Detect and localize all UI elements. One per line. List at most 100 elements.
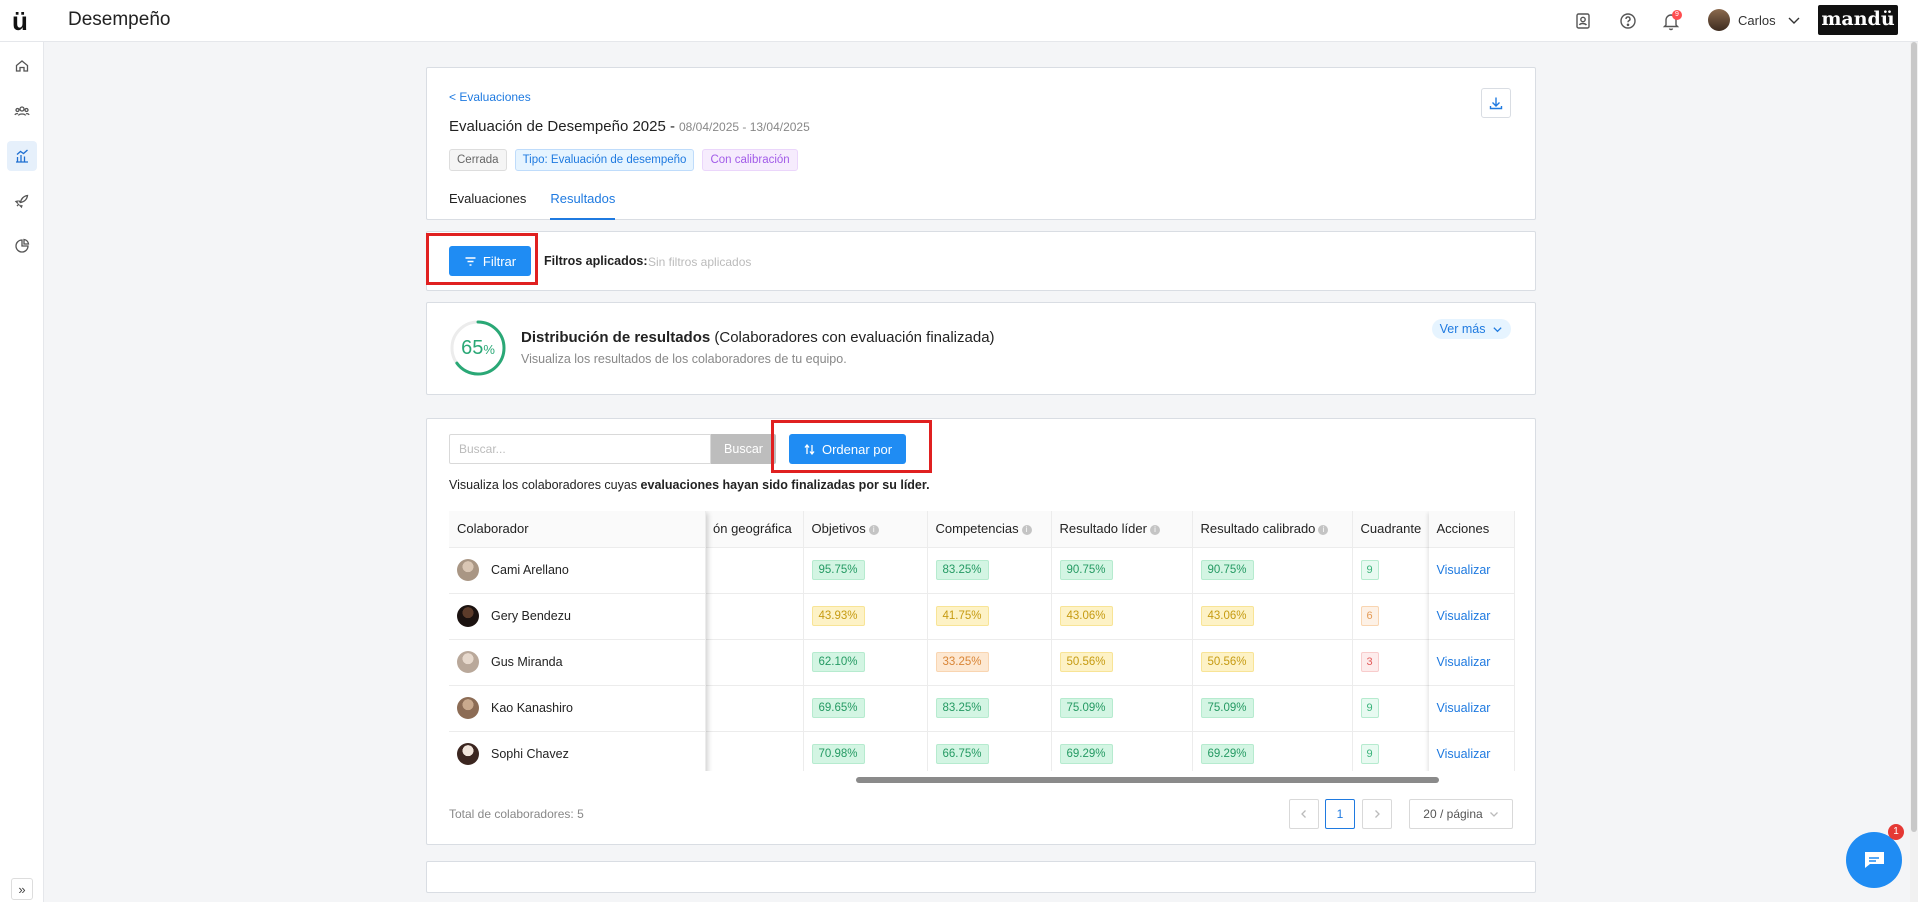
prev-page-button[interactable] bbox=[1289, 799, 1319, 829]
actions-cell: Visualizar bbox=[1428, 593, 1515, 640]
see-more-button[interactable]: Ver más bbox=[1431, 319, 1511, 339]
chat-button[interactable] bbox=[1846, 832, 1902, 888]
info-icon[interactable]: i bbox=[1149, 524, 1160, 535]
column-header-calibrated-result[interactable]: Resultado calibrado i bbox=[1192, 511, 1353, 548]
competencies-cell: 83.25% bbox=[927, 547, 1052, 594]
percent-sign: % bbox=[483, 342, 495, 357]
calibrated-result-cell: 75.09% bbox=[1192, 685, 1353, 732]
chat-icon bbox=[1864, 852, 1884, 868]
tab-resultados[interactable]: Resultados bbox=[550, 191, 616, 220]
geo-cell bbox=[705, 547, 804, 594]
sidebar-item-team[interactable] bbox=[7, 96, 37, 126]
quadrant-cell: 9 bbox=[1352, 685, 1431, 732]
competencies-value: 33.25% bbox=[935, 652, 989, 672]
filters-applied-label: Filtros aplicados: bbox=[544, 254, 648, 268]
table-row[interactable]: 70.98% 66.75% 69.29% 69.29% 9 bbox=[705, 731, 1431, 771]
leader-result-value: 90.75% bbox=[1059, 560, 1113, 580]
table-row[interactable]: Visualizar bbox=[1428, 685, 1515, 732]
collaborator-name[interactable]: Kao Kanashiro bbox=[491, 701, 573, 715]
page-scrollbar[interactable] bbox=[1910, 42, 1918, 902]
evaluation-header-card: < Evaluaciones Evaluación de Desempeño 2… bbox=[426, 67, 1536, 220]
table-row[interactable]: Visualizar bbox=[1428, 593, 1515, 640]
leader-result-cell: 75.09% bbox=[1051, 685, 1193, 732]
download-button[interactable] bbox=[1481, 88, 1511, 118]
info-icon[interactable]: i bbox=[1021, 524, 1032, 535]
sidebar-item-analytics[interactable] bbox=[7, 231, 37, 261]
view-link[interactable]: Visualizar bbox=[1437, 655, 1491, 669]
user-name[interactable]: Carlos bbox=[1738, 13, 1776, 28]
table-row[interactable]: 43.93% 41.75% 43.06% 43.06% 6 bbox=[705, 593, 1431, 640]
competencies-value: 83.25% bbox=[935, 560, 989, 580]
table-row[interactable]: Visualizar bbox=[1428, 639, 1515, 686]
calibrated-result-cell: 50.56% bbox=[1192, 639, 1353, 686]
chevron-down-icon[interactable] bbox=[1786, 12, 1806, 32]
calibrated-result-value: 43.06% bbox=[1200, 606, 1254, 626]
app-logo[interactable]: ü bbox=[12, 6, 28, 37]
calibrated-result-value: 75.09% bbox=[1200, 698, 1254, 718]
table-row[interactable]: Sophi Chavez bbox=[449, 731, 706, 771]
collaborator-name[interactable]: Gus Miranda bbox=[491, 655, 563, 669]
table-description-text: Visualiza los colaboradores cuyas bbox=[449, 478, 641, 492]
table-row[interactable]: 95.75% 83.25% 90.75% 90.75% 9 bbox=[705, 547, 1431, 594]
actions-cell: Visualizar bbox=[1428, 639, 1515, 686]
sidebar-item-rocket[interactable] bbox=[7, 186, 37, 216]
table-row[interactable]: Gus Miranda bbox=[449, 639, 706, 686]
chevron-down-icon bbox=[1489, 812, 1498, 817]
distribution-title: Distribución de resultados (Colaboradore… bbox=[521, 329, 995, 346]
collaborator-cell: Sophi Chavez bbox=[449, 731, 706, 771]
info-icon[interactable]: i bbox=[1318, 524, 1329, 535]
user-avatar[interactable] bbox=[1708, 9, 1730, 31]
pie-chart-icon bbox=[15, 238, 30, 253]
view-link[interactable]: Visualizar bbox=[1437, 609, 1491, 623]
table-row[interactable]: Kao Kanashiro bbox=[449, 685, 706, 732]
sidebar: » bbox=[0, 42, 44, 902]
collaborator-name[interactable]: Sophi Chavez bbox=[491, 747, 569, 761]
table-row[interactable]: Gery Bendezu bbox=[449, 593, 706, 640]
search-input[interactable] bbox=[449, 434, 711, 464]
quadrant-badge: 3 bbox=[1360, 652, 1379, 672]
search-button[interactable]: Buscar bbox=[711, 434, 776, 464]
table-row[interactable]: 69.65% 83.25% 75.09% 75.09% 9 bbox=[705, 685, 1431, 732]
leader-result-cell: 50.56% bbox=[1051, 639, 1193, 686]
sidebar-item-home[interactable] bbox=[7, 51, 37, 81]
collaborator-name[interactable]: Gery Bendezu bbox=[491, 609, 571, 623]
next-page-button[interactable] bbox=[1362, 799, 1392, 829]
objectives-cell: 70.98% bbox=[803, 731, 928, 771]
breadcrumb[interactable]: < Evaluaciones bbox=[449, 90, 531, 104]
table-row[interactable]: Visualizar bbox=[1428, 731, 1515, 771]
distribution-card: 65% Distribución de resultados (Colabora… bbox=[426, 302, 1536, 395]
sidebar-expand-button[interactable]: » bbox=[11, 878, 33, 900]
avatar bbox=[457, 697, 479, 719]
total-collaborators: Total de colaboradores: 5 bbox=[449, 807, 584, 821]
competencies-value: 41.75% bbox=[935, 606, 989, 626]
view-link[interactable]: Visualizar bbox=[1437, 701, 1491, 715]
view-link[interactable]: Visualizar bbox=[1437, 747, 1491, 761]
column-header-competencies[interactable]: Competencias i bbox=[927, 511, 1052, 548]
table-row[interactable]: Cami Arellano bbox=[449, 547, 706, 594]
view-link[interactable]: Visualizar bbox=[1437, 563, 1491, 577]
column-header-quadrant[interactable]: Cuadrante bbox=[1352, 511, 1431, 548]
column-header-geo[interactable]: ón geográfica bbox=[705, 511, 804, 548]
column-header-collaborator[interactable]: Colaborador bbox=[449, 511, 706, 548]
actions-cell: Visualizar bbox=[1428, 685, 1515, 732]
page-size-select[interactable]: 20 / página bbox=[1409, 799, 1513, 829]
competencies-cell: 41.75% bbox=[927, 593, 1052, 640]
sidebar-item-performance[interactable] bbox=[7, 141, 37, 171]
calibration-badge: Con calibración bbox=[702, 149, 798, 171]
leader-result-cell: 43.06% bbox=[1051, 593, 1193, 640]
collaborator-name[interactable]: Cami Arellano bbox=[491, 563, 569, 577]
tab-evaluaciones[interactable]: Evaluaciones bbox=[449, 191, 526, 220]
page-number-button[interactable]: 1 bbox=[1325, 799, 1355, 829]
help-icon[interactable] bbox=[1618, 11, 1638, 31]
column-header-leader-result[interactable]: Resultado líder i bbox=[1051, 511, 1193, 548]
distribution-title-rest: (Colaboradores con evaluación finalizada… bbox=[710, 329, 995, 346]
home-icon bbox=[15, 60, 29, 72]
contacts-icon[interactable] bbox=[1573, 11, 1593, 31]
column-header-objectives[interactable]: Objetivos i bbox=[803, 511, 928, 548]
table-horizontal-scrollbar[interactable] bbox=[856, 777, 1439, 783]
table-row[interactable]: Visualizar bbox=[1428, 547, 1515, 594]
filters-applied-value: Sin filtros aplicados bbox=[648, 255, 752, 269]
info-icon[interactable]: i bbox=[868, 524, 879, 535]
geo-cell bbox=[705, 731, 804, 771]
table-row[interactable]: 62.10% 33.25% 50.56% 50.56% 3 bbox=[705, 639, 1431, 686]
